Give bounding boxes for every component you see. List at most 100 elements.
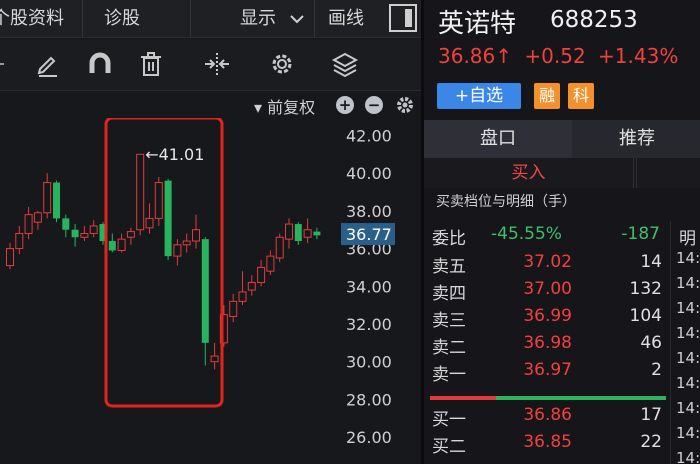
ask-level-label: 卖三 — [432, 311, 466, 331]
candle-body — [313, 231, 321, 236]
candle-body — [201, 239, 209, 343]
trash-icon[interactable] — [136, 49, 166, 79]
trade-time: 14: — [676, 374, 700, 392]
ask-price: 36.99 — [523, 306, 572, 326]
candle-body — [210, 355, 219, 363]
trade-time: 14: — [676, 299, 700, 317]
trade-time: 14: — [676, 399, 700, 417]
candle-body — [266, 255, 275, 272]
bid-price: 36.85 — [523, 432, 572, 452]
candle-body — [62, 218, 70, 230]
adjust-mode-select[interactable]: ▾ 前复权 — [254, 94, 315, 118]
ask-volume: 132 — [629, 279, 662, 299]
bid-price: 36.86 — [523, 405, 572, 425]
adjust-row: ▾ 前复权 + − — [0, 92, 421, 118]
candle-body — [89, 225, 98, 234]
add-watchlist-button[interactable]: +自选 — [437, 83, 521, 109]
trade-detail-column: 明 14: 14: 14: 14: 14: 14: 14: 14: 14: — [670, 221, 700, 464]
ask-level-label: 卖四 — [432, 284, 466, 304]
trade-time: 14: — [676, 424, 700, 442]
margin-tag: 融 — [534, 83, 560, 109]
weibi-value: -45.55% — [491, 224, 562, 244]
candle-body — [303, 229, 312, 238]
trade-time: 14: — [676, 449, 700, 464]
candle-body — [6, 248, 14, 267]
trade-subtabs: 买入 — [424, 158, 700, 188]
ask-row[interactable]: 卖五 37.02 14 — [424, 252, 670, 277]
display-label: 显示 — [240, 8, 276, 29]
chevron-down-icon — [290, 0, 304, 38]
bid-volume: 22 — [640, 432, 662, 452]
peak-label: ←41.01 — [145, 145, 204, 164]
display-menu[interactable]: 显示 — [240, 0, 304, 38]
bid-volume: 17 — [640, 405, 662, 425]
tab-recommend[interactable]: 推荐 — [574, 120, 700, 158]
adjust-mode-label: 前复权 — [267, 98, 316, 117]
quote-tabs: 盘口 推荐 — [424, 120, 700, 158]
candle-body — [53, 182, 60, 219]
split-icon[interactable] — [202, 49, 232, 79]
trade-detail-header: 明 — [679, 229, 696, 249]
ask-row[interactable]: 卖四 37.00 132 — [424, 279, 670, 304]
bid-level-label: 买二 — [432, 437, 466, 457]
divider — [314, 0, 315, 38]
stock-code: 688253 — [550, 7, 638, 33]
candle-body — [182, 240, 191, 246]
zoom-out-icon[interactable]: − — [365, 96, 383, 114]
stock-name: 英诺特 — [438, 9, 517, 39]
kline-chart[interactable]: 42.0040.0038.0036.0034.0032.0030.0028.00… — [0, 118, 421, 464]
quote-panel: 英诺特 688253 36.86↑ +0.52 +1.43% +自选 融 科 盘… — [424, 0, 700, 464]
ask-strength-bar — [496, 396, 666, 400]
candle-body — [294, 224, 302, 242]
zoom-in-icon[interactable]: + — [336, 96, 354, 114]
candle-body — [145, 217, 154, 229]
bid-row[interactable]: 买一 36.86 17 — [424, 405, 670, 430]
bid-row[interactable]: 买二 36.85 22 — [424, 432, 670, 457]
current-price-tag: 36.77 — [346, 225, 392, 244]
y-tick-label: 34.00 — [346, 277, 392, 296]
sell-tab[interactable] — [636, 158, 700, 188]
tab-stock-info[interactable]: 个股资料 — [0, 0, 64, 38]
ask-row[interactable]: 卖一 36.97 2 — [424, 360, 670, 385]
candle-body — [229, 300, 238, 317]
layers-icon[interactable] — [330, 49, 360, 79]
panel-toggle-icon[interactable] — [389, 4, 417, 32]
ask-level-label: 卖五 — [432, 257, 466, 277]
divider — [82, 0, 83, 38]
price-change-pct: +1.43% — [598, 44, 679, 68]
weibi-label: 委比 — [432, 229, 466, 249]
trade-time: 14: — [676, 249, 700, 267]
ask-row[interactable]: 卖三 36.99 104 — [424, 306, 670, 331]
chart-settings-icon[interactable] — [395, 95, 415, 119]
chevron-down-icon: ▾ — [254, 98, 263, 117]
gear-icon[interactable] — [267, 49, 297, 79]
tab-draw-line[interactable]: 画线 — [328, 0, 364, 38]
star-market-tag: 科 — [568, 83, 594, 109]
toolbar-edge-mark — [0, 63, 4, 65]
order-book-title: 买卖档位与明细（手） — [436, 194, 576, 210]
candle-body — [117, 238, 126, 251]
ask-row[interactable]: 卖二 36.98 46 — [424, 333, 670, 358]
weibi-diff: -187 — [621, 224, 660, 244]
tab-order-book[interactable]: 盘口 — [424, 120, 572, 158]
y-tick-label: 38.00 — [346, 202, 392, 221]
candle-body — [285, 223, 293, 240]
pen-icon[interactable] — [33, 49, 63, 79]
tab-diagnose[interactable]: 诊股 — [104, 0, 140, 38]
y-tick-label: 28.00 — [346, 390, 392, 409]
candle-body — [71, 229, 79, 238]
candle-body — [136, 153, 145, 231]
y-tick-label: 40.00 — [346, 164, 392, 183]
candle-body — [154, 182, 163, 219]
ask-level-label: 卖一 — [432, 365, 466, 385]
candle-body — [173, 244, 182, 257]
ask-price: 37.02 — [523, 252, 572, 272]
magnet-icon[interactable] — [85, 49, 115, 79]
ask-price: 37.00 — [523, 279, 572, 299]
ask-volume: 2 — [651, 360, 662, 380]
bid-strength-bar — [430, 396, 496, 400]
trade-time: 14: — [676, 274, 700, 292]
buy-tab[interactable]: 买入 — [424, 158, 634, 188]
candle-body — [24, 214, 33, 234]
ask-volume: 104 — [629, 306, 662, 326]
